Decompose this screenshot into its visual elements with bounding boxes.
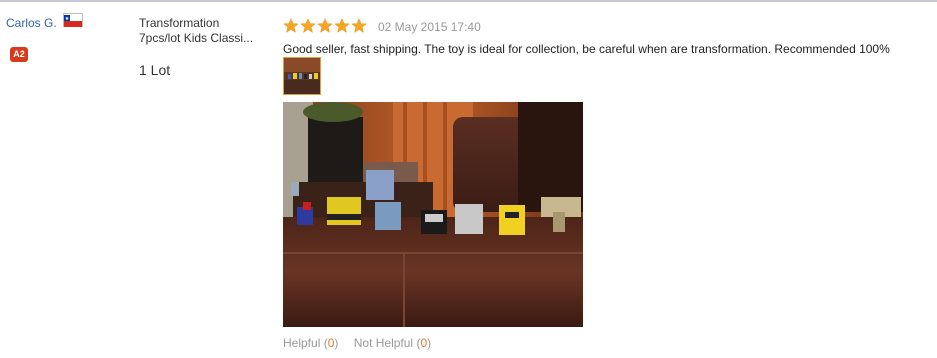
star-icon [334, 18, 350, 33]
star-rating [283, 18, 367, 36]
helpful-count: 0 [327, 336, 335, 350]
star-icon [283, 18, 299, 33]
not-helpful-label: Not Helpful [353, 336, 414, 350]
star-icon [351, 18, 367, 33]
chile-flag-icon [64, 14, 83, 27]
not-helpful-count: 0 [420, 336, 428, 350]
helpful-label: Helpful [283, 336, 321, 350]
review-photo-thumbnail[interactable] [283, 57, 321, 95]
product-quantity: 1 Lot [139, 62, 171, 78]
feedback-votes: Helpful (0) Not Helpful (0) [283, 336, 443, 350]
helpful-button[interactable]: Helpful (0) [283, 336, 338, 350]
review-text: Good seller, fast shipping. The toy is i… [283, 42, 890, 56]
feedback-item: Carlos G. A2 Transformation 7pcs/lot Kid… [0, 0, 937, 358]
review-photo[interactable] [283, 102, 583, 327]
not-helpful-button[interactable]: Not Helpful (0) [354, 336, 431, 350]
reviewer-info: Carlos G. [6, 14, 83, 32]
product-info: Transformation 7pcs/lot Kids Classi... [139, 16, 264, 46]
review-date: 02 May 2015 17:40 [378, 20, 481, 34]
product-title-line1[interactable]: Transformation [139, 16, 264, 31]
reviewer-name-link[interactable]: Carlos G. [6, 16, 57, 30]
product-title-line2[interactable]: 7pcs/lot Kids Classi... [139, 31, 264, 46]
star-icon [317, 18, 333, 33]
star-icon [300, 18, 316, 33]
buyer-level-badge: A2 [10, 47, 28, 62]
